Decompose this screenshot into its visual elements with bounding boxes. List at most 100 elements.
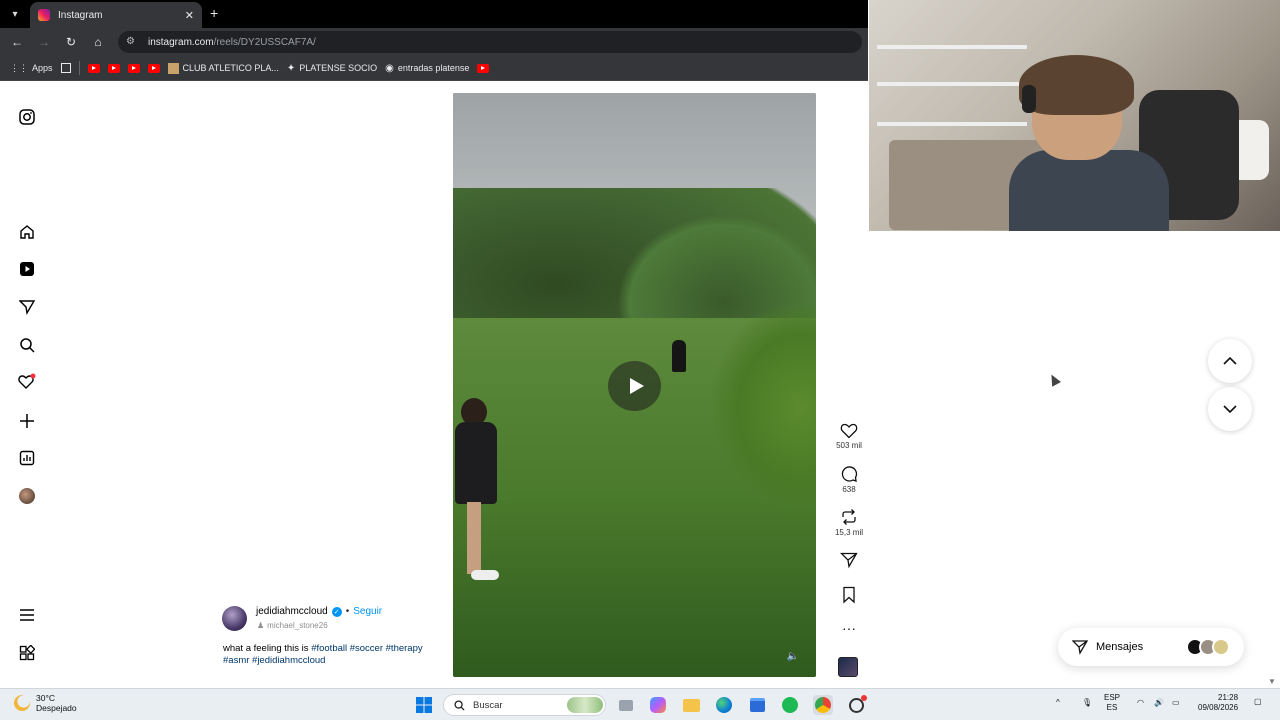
- comment-count: 638: [842, 485, 856, 494]
- chevron-down-icon: [1223, 405, 1237, 414]
- youtube-icon: [127, 63, 140, 73]
- bookmark-youtube-5[interactable]: [477, 63, 490, 73]
- reel-video[interactable]: 🔈: [453, 93, 816, 677]
- direct-messages-icon[interactable]: [17, 297, 37, 317]
- site-info-icon[interactable]: ⚙: [126, 36, 138, 48]
- bookmark-youtube-2[interactable]: [107, 63, 120, 73]
- clock[interactable]: 21:28 09/08/2026: [1198, 693, 1238, 713]
- profile-avatar[interactable]: [17, 486, 37, 506]
- bookmark-grid[interactable]: [60, 63, 71, 73]
- keyboard-layout: ES: [1106, 703, 1118, 712]
- copilot-icon[interactable]: [648, 695, 668, 715]
- youtube-icon: [147, 63, 160, 73]
- tab-title: Instagram: [58, 9, 103, 21]
- messages-label: Mensajes: [1096, 641, 1144, 653]
- task-view-icon[interactable]: [616, 695, 636, 715]
- follow-button[interactable]: Seguir: [353, 606, 382, 617]
- edge-icon[interactable]: [714, 695, 734, 715]
- video-pine-branch: [703, 293, 816, 523]
- bookmark-youtube-1[interactable]: [87, 63, 100, 73]
- reel-caption: what a feeling this is #football #soccer…: [223, 643, 423, 667]
- bookmark-club-atletico[interactable]: CLUB ATLETICO PLA...: [167, 62, 279, 74]
- volume-icon[interactable]: 🔈: [786, 649, 800, 663]
- wifi-icon[interactable]: ◠: [1137, 698, 1144, 708]
- more-options-icon[interactable]: ···: [832, 620, 866, 636]
- reload-icon[interactable]: ↻: [63, 34, 79, 50]
- extra-app-icon[interactable]: [846, 694, 867, 715]
- search-icon[interactable]: [17, 335, 37, 355]
- tab-instagram[interactable]: Instagram ✕: [30, 2, 202, 28]
- volume-icon[interactable]: 🔊: [1154, 698, 1164, 708]
- taskbar-search[interactable]: Buscar: [443, 694, 606, 716]
- notifications-heart-icon[interactable]: [17, 372, 37, 392]
- search-highlight-art: [567, 697, 603, 713]
- bookmark-entradas[interactable]: ◉ entradas platense: [385, 63, 469, 74]
- previous-reel-button[interactable]: [1208, 339, 1252, 383]
- author-avatar[interactable]: [222, 606, 247, 631]
- windows-start-icon[interactable]: [414, 695, 434, 715]
- battery-icon[interactable]: ▭: [1172, 698, 1180, 708]
- separator-dot: •: [345, 606, 350, 617]
- message-avatars: [1186, 638, 1230, 656]
- webcam-overlay: [869, 0, 1280, 231]
- play-button[interactable]: [608, 361, 661, 411]
- screen: ▾ Instagram ✕ + ← → ↻ ⌂ ⚙ instagram.com /…: [0, 0, 1280, 720]
- weather-widget[interactable]: 30°C Despejado: [14, 693, 77, 713]
- author-username[interactable]: jedidiahmccloud: [256, 606, 328, 617]
- share-action[interactable]: [832, 551, 866, 569]
- new-tab-icon[interactable]: +: [210, 5, 218, 21]
- address-bar[interactable]: ⚙ instagram.com/reels/DY2USSCAF7A/: [118, 31, 862, 53]
- forward-icon[interactable]: →: [36, 34, 52, 50]
- youtube-icon: [477, 63, 490, 73]
- browser-chrome: ▾ Instagram ✕ + ← → ↻ ⌂ ⚙ instagram.com /…: [0, 0, 868, 81]
- bookmark-platense-socio[interactable]: ✦ PLATENSE SOCIO: [287, 63, 377, 74]
- bookmark-separator: [78, 61, 80, 75]
- bookmark-icon: [843, 586, 855, 604]
- like-action[interactable]: 503 mil: [832, 422, 866, 450]
- chrome-icon[interactable]: [813, 695, 833, 715]
- instagram-logo-icon[interactable]: [17, 107, 37, 127]
- spotify-icon[interactable]: [780, 695, 800, 715]
- caption-text: what a feeling this is: [223, 643, 309, 654]
- tab-strip: ▾ Instagram ✕ +: [0, 0, 868, 28]
- messages-button[interactable]: Mensajes: [1058, 628, 1244, 666]
- home-icon[interactable]: [17, 222, 37, 242]
- home-icon[interactable]: ⌂: [90, 34, 106, 50]
- tab-close-icon[interactable]: ✕: [185, 9, 194, 22]
- url-domain: instagram.com: [148, 36, 214, 48]
- comment-action[interactable]: 638: [832, 465, 866, 494]
- reels-icon[interactable]: [17, 259, 37, 279]
- scrollbar-down-arrow-icon[interactable]: ▼: [1268, 677, 1276, 686]
- create-icon[interactable]: [17, 411, 37, 431]
- video-near-player: [453, 398, 499, 588]
- file-explorer-icon[interactable]: [681, 695, 701, 715]
- repost-action[interactable]: 15,3 mil: [832, 508, 866, 537]
- bookmark-youtube-3[interactable]: [127, 63, 140, 73]
- language-indicator[interactable]: ESP ES: [1104, 693, 1120, 713]
- apps-grid-icon: ⋮⋮: [10, 62, 28, 73]
- show-hidden-icons-chevron-icon[interactable]: ^: [1056, 698, 1060, 708]
- tab-search-icon[interactable]: ▾: [6, 6, 24, 22]
- bookmark-apps[interactable]: ⋮⋮ Apps: [10, 63, 53, 74]
- heart-icon: [840, 423, 858, 439]
- back-icon[interactable]: ←: [9, 34, 25, 50]
- notifications-icon[interactable]: ▢: [1254, 697, 1262, 707]
- club-crest-icon: [167, 62, 179, 74]
- audio-thumbnail[interactable]: [838, 657, 858, 677]
- weather-condition: Despejado: [36, 703, 77, 713]
- send-icon: [840, 552, 858, 569]
- microphone-icon[interactable]: 🎙: [1082, 698, 1092, 708]
- bookmark-youtube-4[interactable]: [147, 63, 160, 73]
- also-from-meta-icon[interactable]: [17, 643, 37, 663]
- globe-icon: ◉: [385, 62, 394, 74]
- next-reel-button[interactable]: [1208, 387, 1252, 431]
- video-far-player: [672, 340, 686, 372]
- save-action[interactable]: [832, 586, 866, 604]
- more-menu-icon[interactable]: [17, 605, 37, 625]
- clock-date: 09/08/2026: [1198, 703, 1239, 712]
- audio-attribution[interactable]: ♟ michael_stone26: [257, 621, 328, 630]
- dashboard-icon[interactable]: [17, 448, 37, 468]
- bookmark-label: Apps: [32, 63, 53, 73]
- store-icon[interactable]: [747, 695, 767, 715]
- repost-icon: [842, 509, 856, 525]
